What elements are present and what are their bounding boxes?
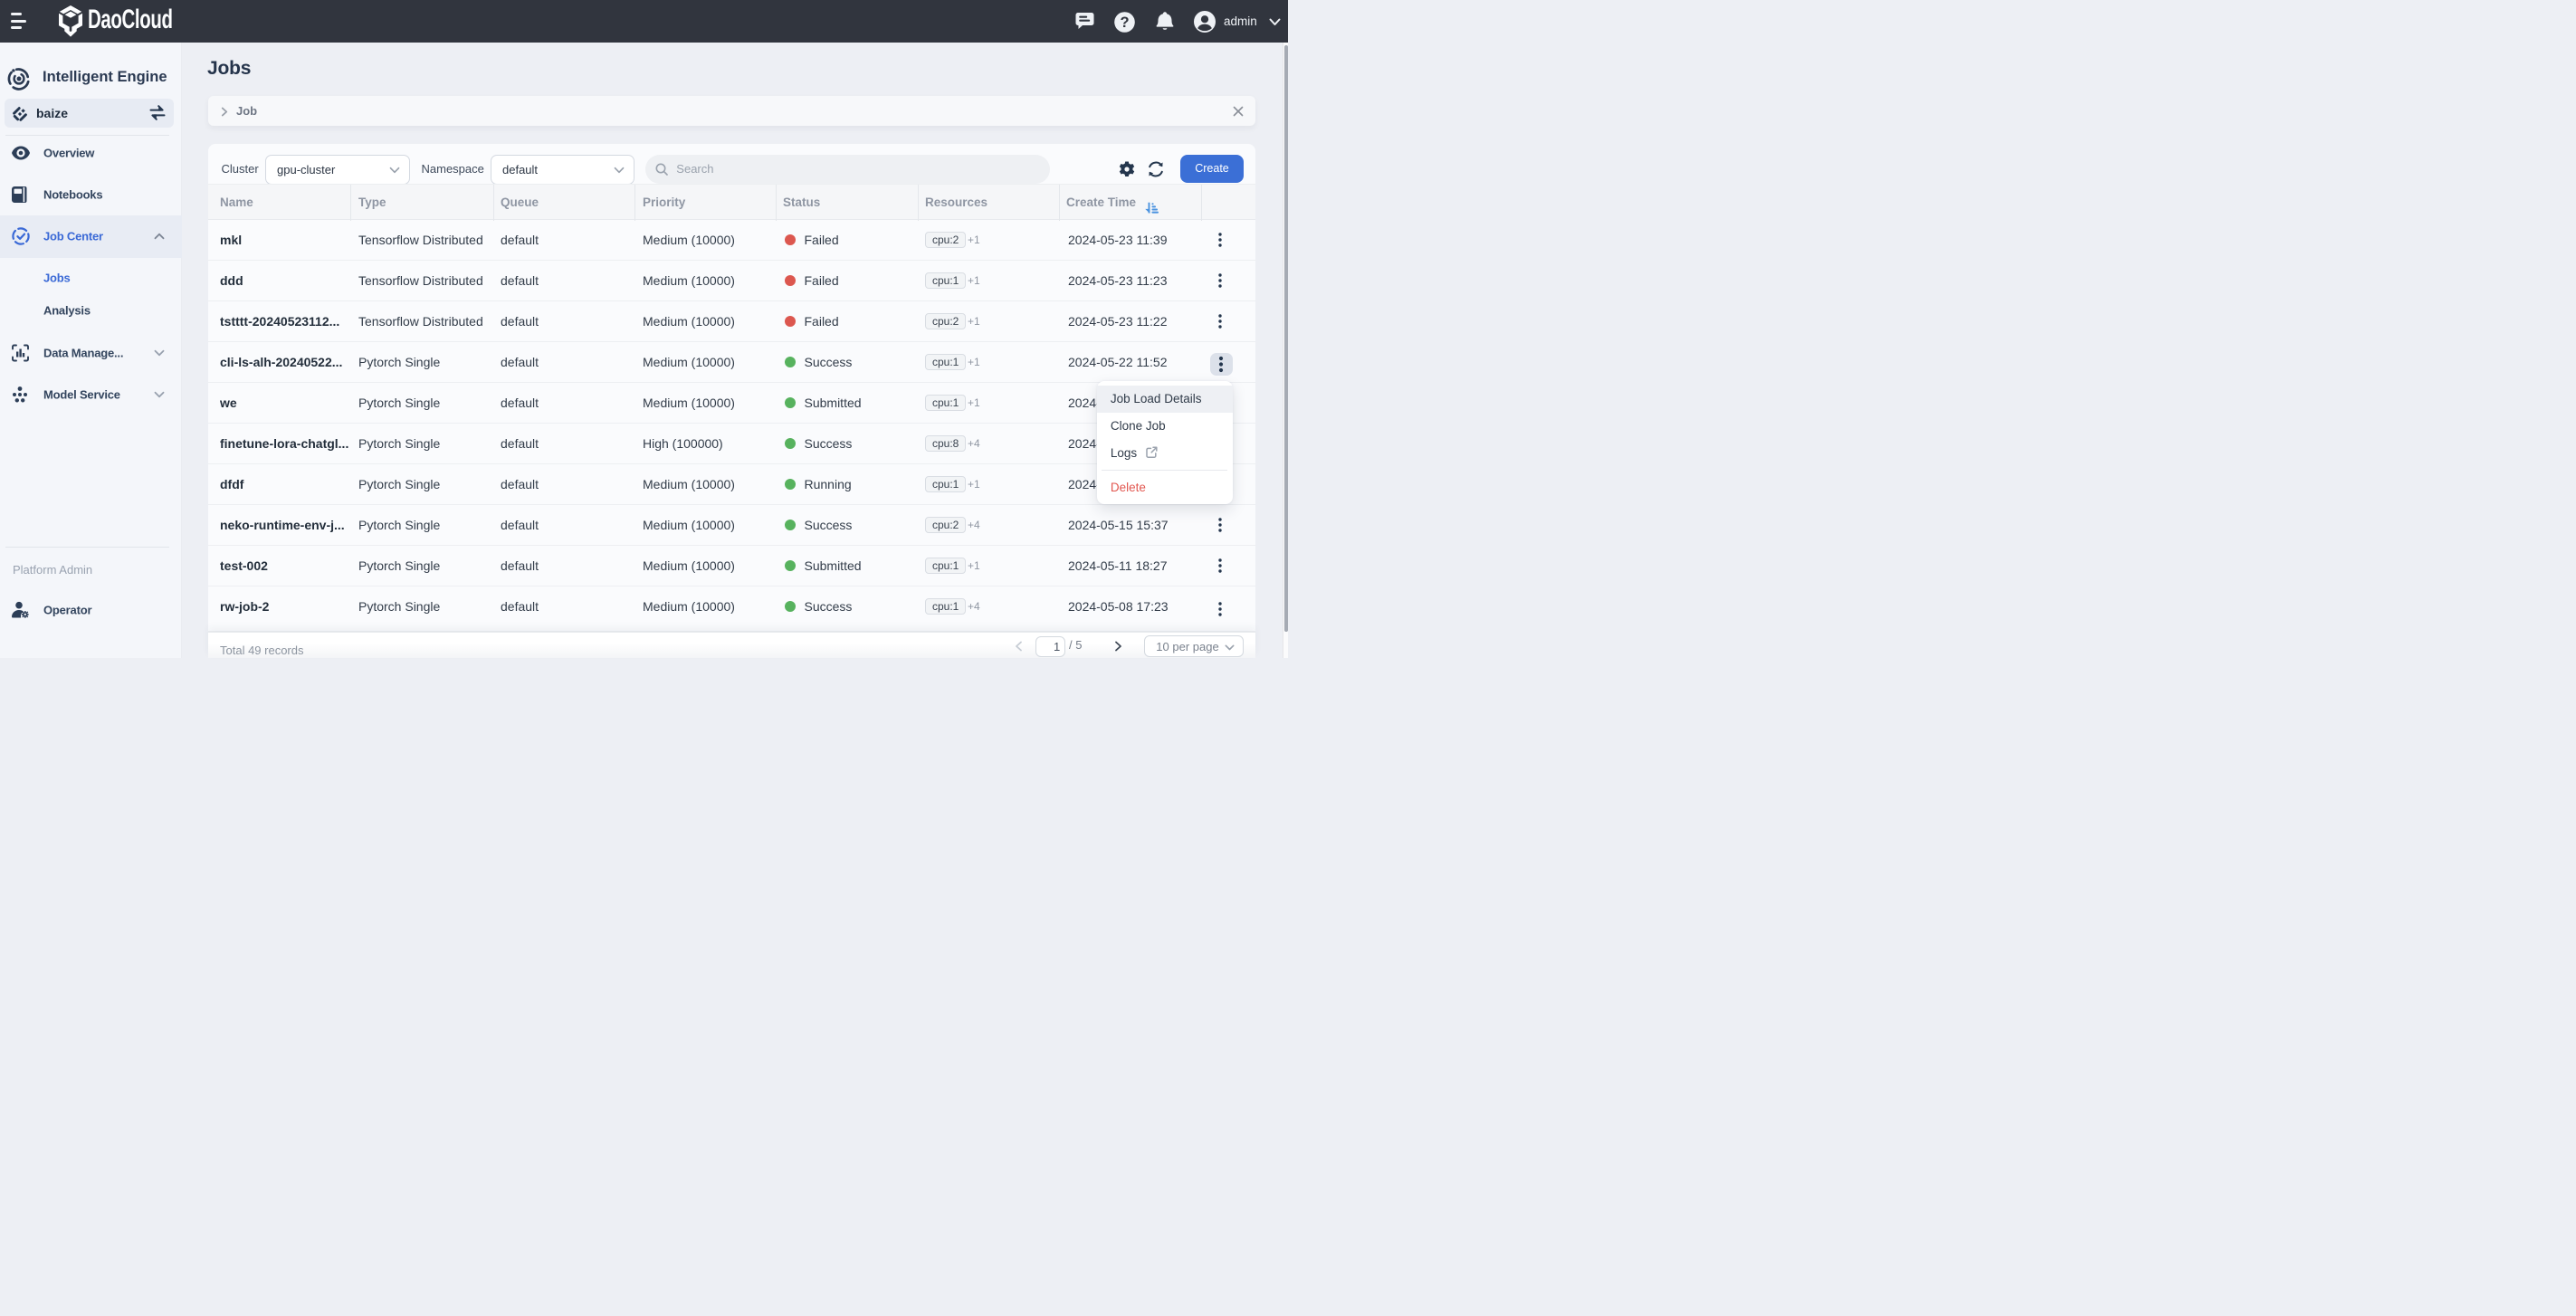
svg-text:?: ? [1120,14,1129,31]
